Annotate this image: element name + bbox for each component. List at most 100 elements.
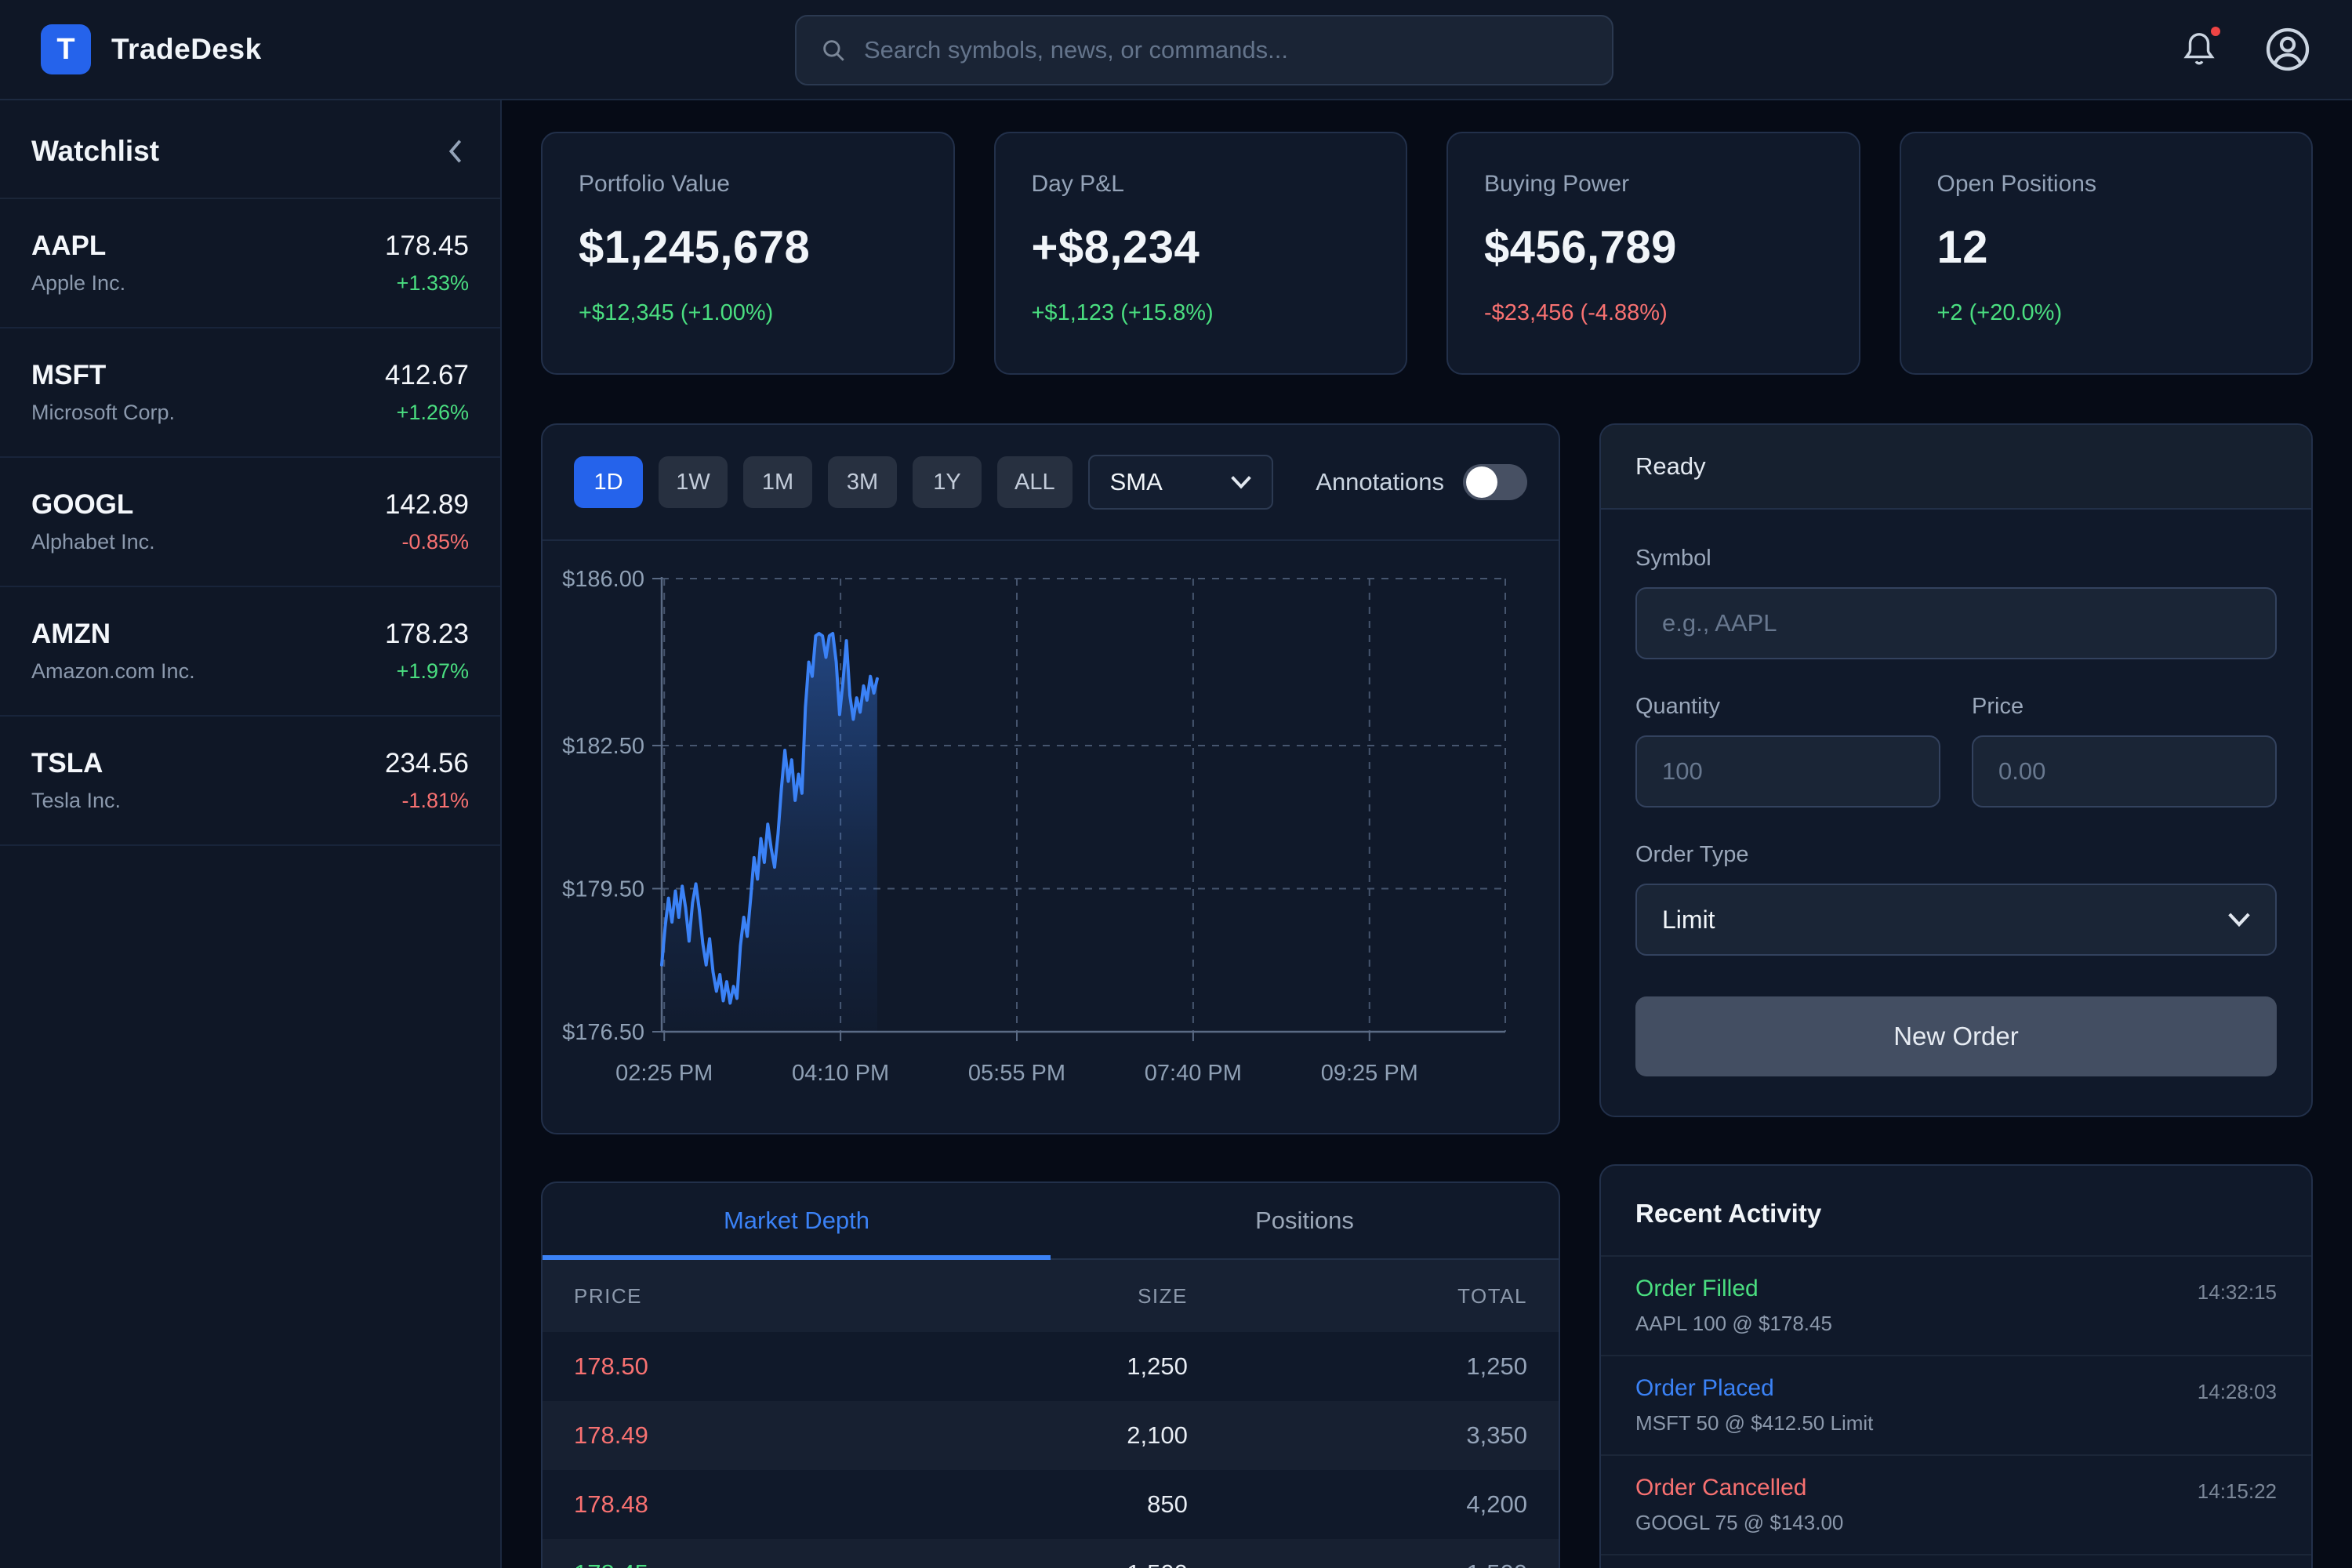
indicator-select[interactable]: SMA (1088, 455, 1274, 510)
chevron-down-icon (2228, 913, 2250, 927)
quantity-field[interactable] (1635, 735, 1940, 808)
timeframe-buttons: 1D 1W 1M 3M 1Y ALL (574, 456, 1073, 508)
activity-item-text: Order Filled AAPL 100 @ $178.45 (1635, 1276, 1832, 1336)
indicator-value: SMA (1110, 468, 1163, 496)
annotations-label: Annotations (1316, 468, 1444, 496)
watchlist-item-msft[interactable]: MSFTMicrosoft Corp.412.67+1.26% (0, 328, 500, 458)
timeframe-button-all[interactable]: ALL (997, 456, 1073, 508)
global-search (795, 15, 1613, 85)
depth-row[interactable]: 178.501,2501,250 (543, 1332, 1559, 1401)
new-order-button[interactable]: New Order (1635, 996, 2277, 1076)
timeframe-button-1w[interactable]: 1W (659, 456, 728, 508)
watchlist-item-info: TSLA Tesla Inc. (31, 748, 121, 813)
watchlist-item-quote: 178.45+1.33% (385, 230, 469, 296)
company-name: Tesla Inc. (31, 789, 121, 813)
depth-price: 178.48 (543, 1470, 898, 1539)
app-title: TradeDesk (111, 33, 262, 66)
chart-controls: 1D 1W 1M 3M 1Y ALL SMA Annotations (543, 425, 1559, 541)
activity-type: Order Filled (1635, 1276, 1832, 1302)
watchlist-item-googl[interactable]: GOOGLAlphabet Inc.142.89-0.85% (0, 458, 500, 587)
company-name: Apple Inc. (31, 271, 125, 296)
stat-card-portfolio-value: Portfolio Value$1,245,678+$12,345 (+1.00… (541, 132, 955, 375)
order-entry-card: Ready Symbol Quantity Price (1599, 423, 2313, 1117)
collapse-sidebar-icon[interactable] (444, 138, 467, 165)
stat-card-buying-power: Buying Power$456,789-$23,456 (-4.88%) (1446, 132, 1860, 375)
activity-item[interactable]: Price AlertTSLA reached $235.0014:05:41 (1601, 1554, 2311, 1568)
activity-time: 14:15:22 (2198, 1479, 2277, 1504)
watchlist-item-quote: 142.89-0.85% (385, 489, 469, 554)
col-header-size: SIZE (898, 1260, 1208, 1332)
activity-item-text: Order CancelledGOOGL 75 @ $143.00 (1635, 1475, 1843, 1535)
activity-detail: GOOGL 75 @ $143.00 (1635, 1511, 1843, 1535)
depth-tabs: Market DepthPositions (543, 1183, 1559, 1260)
activity-item[interactable]: Order FilledAAPL 100 @ $178.4514:32:15 (1601, 1255, 2311, 1355)
ticker-symbol: TSLA (31, 748, 121, 779)
percent-change: -1.81% (385, 789, 469, 813)
svg-text:04:10 PM: 04:10 PM (792, 1061, 889, 1086)
chart-plot-area[interactable]: $186.00$182.50$179.50$176.5002:25 PM04:1… (543, 541, 1559, 1133)
market-depth-table: PRICE SIZE TOTAL 178.501,2501,250178.492… (543, 1260, 1559, 1568)
annotations-toggle[interactable] (1463, 464, 1527, 500)
depth-header-row: PRICE SIZE TOTAL (543, 1260, 1559, 1332)
recent-activity-card: Recent Activity Order FilledAAPL 100 @ $… (1599, 1164, 2313, 1568)
depth-row[interactable]: 178.451,5001,500 (543, 1539, 1559, 1568)
notifications-button[interactable] (2181, 30, 2217, 69)
order-type-select[interactable]: Limit (1635, 884, 2277, 956)
toggle-knob (1466, 466, 1497, 498)
ticker-symbol: AMZN (31, 619, 195, 650)
activity-detail: AAPL 100 @ $178.45 (1635, 1312, 1832, 1336)
col-header-price: PRICE (543, 1260, 898, 1332)
depth-row[interactable]: 178.492,1003,350 (543, 1401, 1559, 1470)
watchlist-item-info: AMZNAmazon.com Inc. (31, 619, 195, 684)
depth-row[interactable]: 178.488504,200 (543, 1470, 1559, 1539)
percent-change: -0.85% (385, 530, 469, 554)
watchlist-item-quote: 178.23+1.97% (385, 619, 469, 684)
percent-change: +1.33% (385, 271, 469, 296)
depth-size: 850 (898, 1470, 1208, 1539)
market-depth-card: Market DepthPositions PRICE SIZE TOTAL 1… (541, 1181, 1560, 1568)
stat-value: +$8,234 (1032, 221, 1370, 274)
symbol-label: Symbol (1635, 546, 2277, 572)
svg-text:$179.50: $179.50 (562, 877, 644, 902)
depth-total: 4,200 (1208, 1470, 1559, 1539)
activity-detail: MSFT 50 @ $412.50 Limit (1635, 1411, 1873, 1436)
last-price: 178.23 (385, 619, 469, 650)
stat-label: Day P&L (1032, 171, 1370, 198)
watchlist-sidebar: Watchlist AAPLApple Inc.178.45+1.33%MSFT… (0, 100, 502, 1568)
activity-item[interactable]: Order CancelledGOOGL 75 @ $143.00 14:15:2… (1601, 1454, 2311, 1554)
watchlist-item-amzn[interactable]: AMZNAmazon.com Inc. 178.23+1.97% (0, 587, 500, 717)
depth-total: 1,500 (1208, 1539, 1559, 1568)
depth-price: 178.50 (543, 1332, 898, 1401)
brand[interactable]: T TradeDesk (41, 24, 262, 74)
stat-label: Portfolio Value (579, 171, 917, 198)
last-price: 412.67 (385, 360, 469, 391)
timeframe-button-1d[interactable]: 1D (574, 456, 643, 508)
timeframe-button-1y[interactable]: 1Y (913, 456, 982, 508)
tradedesk-app: T TradeDesk Watchlist AAPLApple Inc.178.… (0, 0, 2352, 1568)
price-label: Price (1972, 694, 2277, 720)
svg-text:$186.00: $186.00 (562, 567, 644, 592)
watchlist-items: AAPLApple Inc.178.45+1.33%MSFTMicrosoft … (0, 199, 500, 846)
depth-total: 3,350 (1208, 1401, 1559, 1470)
stat-value: $456,789 (1484, 221, 1823, 274)
chevron-down-icon (1231, 475, 1251, 489)
activity-time: 14:28:03 (2198, 1380, 2277, 1404)
account-button[interactable] (2264, 26, 2311, 73)
last-price: 234.56 (385, 748, 469, 779)
svg-text:05:55 PM: 05:55 PM (968, 1061, 1065, 1086)
depth-total: 1,250 (1208, 1332, 1559, 1401)
timeframe-button-1m[interactable]: 1M (743, 456, 812, 508)
activity-list: Order FilledAAPL 100 @ $178.4514:32:15Or… (1601, 1255, 2311, 1568)
stat-delta: +$12,345 (+1.00%) (579, 300, 917, 326)
tab-market-depth[interactable]: Market Depth (543, 1183, 1051, 1258)
symbol-field[interactable] (1635, 587, 2277, 659)
timeframe-button-3m[interactable]: 3M (828, 456, 897, 508)
tab-positions[interactable]: Positions (1051, 1183, 1559, 1258)
activity-item[interactable]: Order PlacedMSFT 50 @ $412.50 Limit14:28… (1601, 1355, 2311, 1454)
watchlist-item-aapl[interactable]: AAPLApple Inc.178.45+1.33% (0, 199, 500, 328)
search-input[interactable] (864, 36, 1588, 64)
watchlist-item-tsla[interactable]: TSLA Tesla Inc. 234.56 -1.81% (0, 717, 500, 846)
depth-size: 2,100 (898, 1401, 1208, 1470)
price-field[interactable] (1972, 735, 2277, 808)
stat-delta: -$23,456 (-4.88%) (1484, 300, 1823, 326)
